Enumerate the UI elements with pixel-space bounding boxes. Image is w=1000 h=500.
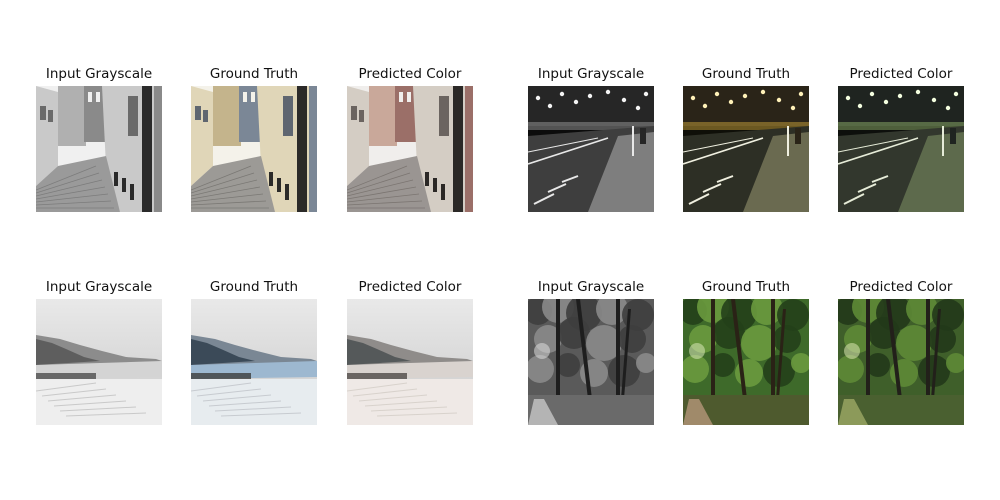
night-road-ground-truth-image bbox=[683, 86, 809, 212]
street-grayscale-image bbox=[36, 86, 162, 212]
street-ground-truth-image bbox=[191, 86, 317, 212]
forest-ground-truth-image bbox=[683, 299, 809, 425]
night-road-grayscale-image bbox=[528, 86, 654, 212]
forest-predicted-image bbox=[838, 299, 964, 425]
mountain-lake-ground-truth-image bbox=[191, 299, 317, 425]
mountain-lake-grayscale-image bbox=[36, 299, 162, 425]
mountain-lake-predicted-image bbox=[347, 299, 473, 425]
panel-title: Predicted Color bbox=[358, 66, 462, 82]
panel-title: Predicted Color bbox=[358, 279, 462, 295]
night-road-predicted-image bbox=[838, 86, 964, 212]
forest-grayscale-image bbox=[528, 299, 654, 425]
panel-title: Predicted Color bbox=[849, 66, 953, 82]
panel-title: Predicted Color bbox=[849, 279, 953, 295]
street-predicted-image bbox=[347, 86, 473, 212]
